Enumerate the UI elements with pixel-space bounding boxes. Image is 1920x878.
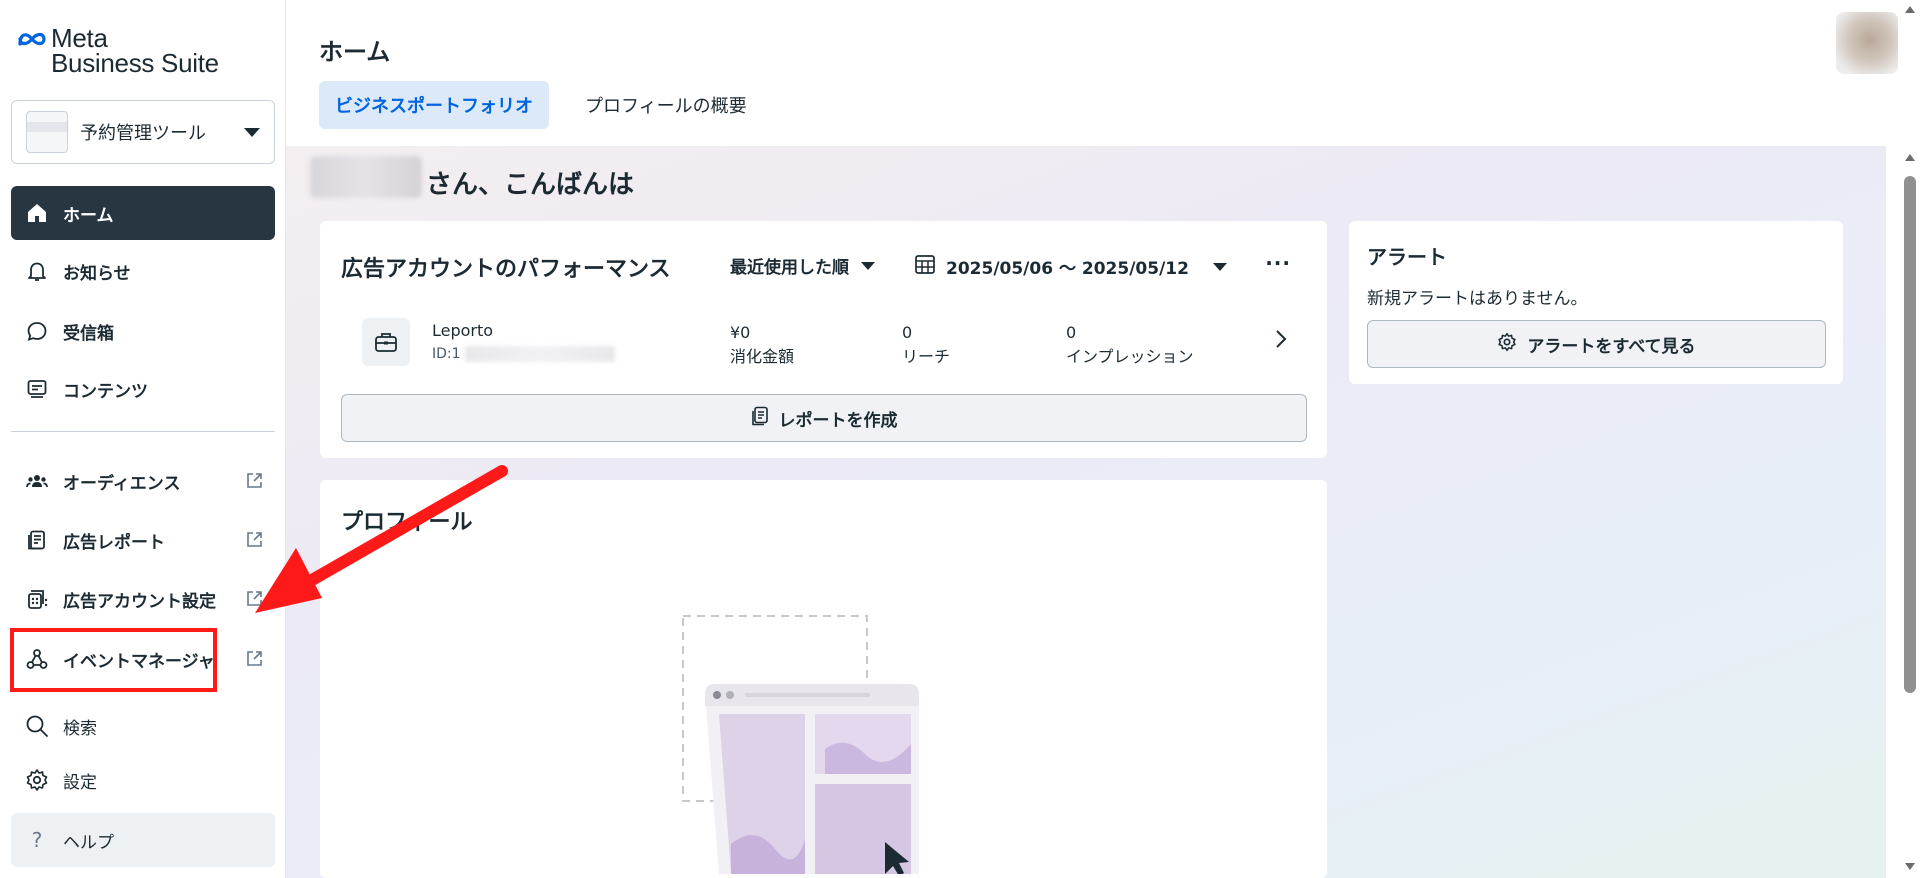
content-icon [25,377,49,401]
sort-dropdown[interactable]: 最近使用した順 [730,253,875,278]
meta-infinity-icon [18,32,46,46]
scroll-up-arrow-icon[interactable] [1905,6,1915,13]
metric-impressions-value: 0 [1066,323,1077,342]
alerts-card: アラート 新規アラートはありません。 アラートをすべて見る [1349,221,1843,384]
tab-profile-overview[interactable]: プロフィールの概要 [569,81,763,129]
date-range-picker[interactable]: 2025/05/06 〜 2025/05/12 [914,253,1227,280]
metric-reach-label: リーチ [902,347,951,366]
tab-business-portfolio[interactable]: ビジネスポートフォリオ [319,81,549,129]
account-name: 予約管理ツール [80,123,206,144]
ad-account-settings-icon [25,587,49,611]
chat-bubble-icon [25,319,49,343]
gear-icon [25,768,49,792]
nav-item-ad-account-settings[interactable]: 広告アカウント設定 [11,572,275,626]
alerts-title: アラート [1367,245,1447,269]
gear-icon [1497,332,1517,357]
nav-item-help[interactable]: ? ヘルプ [11,813,275,867]
profile-title: プロフィール [341,510,473,535]
search-icon [25,714,49,738]
nav-label-content: コンテンツ [63,381,148,402]
nav-item-search[interactable]: 検索 [11,699,275,753]
metric-impressions: 0 インプレッション [1066,321,1194,369]
caret-down-icon [861,261,875,270]
create-report-button[interactable]: レポートを作成 [341,394,1307,442]
view-all-alerts-label: アラートをすべて見る [1527,336,1696,357]
date-range-label: 2025/05/06 〜 2025/05/12 [946,259,1189,279]
ad-account-id-prefix: ID:1 [432,346,461,362]
vertical-scrollbar[interactable] [1900,146,1920,878]
page-title: ホーム [319,38,391,66]
account-selector[interactable]: 予約管理ツール [11,100,275,164]
external-link-icon [246,531,263,553]
nav-label-ad-account-settings: 広告アカウント設定 [63,591,216,612]
alerts-message: 新規アラートはありません。 [1367,289,1588,309]
nav-label-ad-report: 広告レポート [63,532,165,553]
top-scrollbar[interactable] [1900,0,1920,146]
create-report-label: レポートを作成 [778,410,898,431]
external-link-icon [246,590,263,612]
caret-down-icon [1212,262,1227,271]
ad-account-id: ID:1 [432,346,615,362]
external-link-icon [246,650,263,672]
ad-performance-title: 広告アカウントのパフォーマンス [341,257,671,282]
nav-item-settings[interactable]: 設定 [11,753,275,807]
dashboard-canvas: さん、こんばんは 広告アカウントのパフォーマンス 最近使用した順 2025/05… [286,146,1886,878]
metric-impressions-label: インプレッション [1066,347,1194,366]
report-icon [25,528,49,552]
ad-account-id-redacted [464,346,615,362]
audience-icon [25,469,49,493]
main-area: ホーム ビジネスポートフォリオ プロフィールの概要 さん、こんばんは 広告アカウ… [286,0,1920,878]
briefcase-icon [362,318,410,366]
metric-spend-label: 消化金額 [730,347,795,366]
question-mark-icon: ? [31,828,43,852]
bell-icon [25,259,49,283]
user-avatar[interactable] [1836,12,1898,74]
more-options-icon[interactable]: ··· [1265,251,1291,275]
nav-label-help: ヘルプ [63,832,114,853]
metric-spend: ¥0 消化金額 [730,321,794,369]
meta-logo[interactable]: Meta Business Suite [17,25,219,78]
home-icon [25,201,49,225]
scroll-down-arrow-icon[interactable] [1905,863,1915,870]
metric-reach-value: 0 [902,323,913,342]
profile-card: プロフィール [320,480,1327,878]
metric-reach: 0 リーチ [902,321,950,369]
external-link-icon [246,472,263,494]
ad-performance-card: 広告アカウントのパフォーマンス 最近使用した順 2025/05/06 〜 202… [320,221,1327,458]
sidebar: Meta Business Suite 予約管理ツール ホーム お知らせ 受信箱… [0,0,286,878]
nav-label-audience: オーディエンス [63,473,181,494]
greeting-text: さん、こんばんは [426,170,635,200]
profile-empty-illustration [682,615,919,874]
nav-item-notifications[interactable]: お知らせ [11,244,275,298]
view-all-alerts-button[interactable]: アラートをすべて見る [1367,320,1826,368]
chevron-right-icon[interactable] [1275,329,1287,353]
highlight-box-events-manager [10,628,217,692]
caret-down-icon [244,127,260,137]
ad-account-name[interactable]: Leporto [432,321,493,340]
nav-label-home: ホーム [63,205,114,226]
nav-label-search: 検索 [63,718,97,739]
scroll-up-arrow-icon[interactable] [1905,154,1915,161]
scrollbar-thumb[interactable] [1904,176,1916,693]
nav-label-inbox: 受信箱 [63,323,114,344]
calendar-icon [914,253,936,280]
metric-spend-value: ¥0 [730,323,751,342]
nav-item-audience[interactable]: オーディエンス [11,454,275,508]
nav-item-home[interactable]: ホーム [11,186,275,240]
sort-label: 最近使用した順 [730,258,849,278]
user-name-redacted [310,156,422,198]
report-icon [751,406,769,431]
nav-item-ad-report[interactable]: 広告レポート [11,513,275,567]
nav-label-settings: 設定 [63,772,97,793]
logo-line-2: Business Suite [51,48,219,78]
nav-label-notifications: お知らせ [63,263,131,284]
account-avatar [26,111,68,153]
nav-item-content[interactable]: コンテンツ [11,362,275,416]
sidebar-divider [11,431,275,432]
nav-item-inbox[interactable]: 受信箱 [11,304,275,358]
